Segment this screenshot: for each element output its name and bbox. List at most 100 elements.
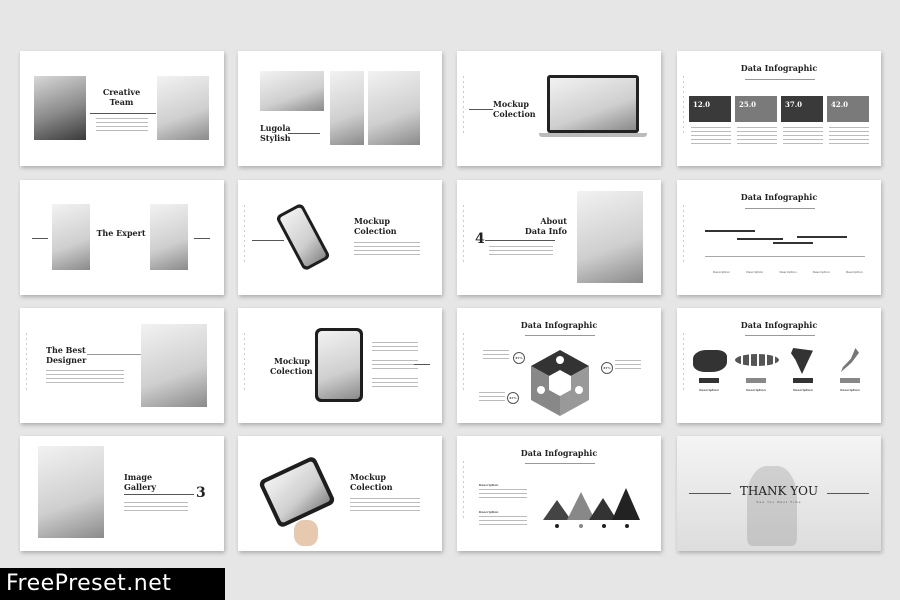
photo-2 [330,71,364,145]
india-map [791,348,813,374]
body-text [829,127,869,145]
body-text [615,360,641,370]
slide-the-best-designer[interactable]: The Best Designer [20,308,224,423]
slide-title: The Best Designer [46,345,87,365]
slide-title: Creative Team [102,87,141,107]
slide-title: Data Infographic [740,320,818,330]
slide-creative-team[interactable]: Creative Team [20,51,224,166]
side-decoration [683,333,684,393]
axis-dot [555,524,559,528]
indonesia-map [735,354,779,366]
photo [141,324,207,407]
body-text [479,516,527,528]
body-text [479,489,527,501]
divider [745,208,815,209]
watermark: FreePreset.net [0,568,225,600]
side-decoration [683,76,684,136]
slide-data-infographic-triangles[interactable]: Data Infographic Description Description [457,436,661,551]
divider [745,79,815,80]
hexagon-chart [531,350,589,416]
percent-badge: 87% [513,352,525,364]
body-text [479,392,505,402]
phone-mockup [275,202,331,272]
japan-map [841,348,859,372]
pinterest-icon [537,386,545,394]
body-text [372,378,418,388]
china-map [693,350,727,372]
stat-box: 25.0 [735,96,777,122]
side-decoration [463,461,464,521]
divider [124,494,194,495]
body-text [483,350,509,360]
team-photo-2 [157,76,209,140]
description-label: Description [479,483,499,487]
divider [414,364,430,365]
slide-title: Mockup Colection [493,99,536,119]
slide-title: THANK YOU [739,484,819,498]
description-label: Description [479,510,499,514]
laptop-base [539,133,647,137]
body-text [783,127,823,145]
side-decoration [463,333,464,393]
slide-data-infographic-maps[interactable]: Data Infographic Description Description… [677,308,881,423]
slide-title: Mockup Colection [270,356,313,376]
percent-badge: 87% [601,362,613,374]
stat-box: 42.0 [827,96,869,122]
slide-mockup-laptop[interactable]: Mockup Colection [457,51,661,166]
stat-box: 12.0 [689,96,731,122]
body-text [737,127,777,145]
divider [194,238,210,239]
slide-lugola-stylish[interactable]: Lugola Stylish [238,51,442,166]
slide-data-infographic-timeline[interactable]: Data Infographic Description Description D… [677,180,881,295]
slide-about-data-info[interactable]: 4 About Data Info [457,180,661,295]
body-text [350,498,420,514]
map-label: Description [793,388,813,392]
timeline-bar [797,236,847,238]
slide-title: Data Infographic [520,448,598,458]
divider [32,238,48,239]
slide-number: 3 [196,485,206,501]
slide-mockup-iphone[interactable]: Mockup Colection [238,308,442,423]
photo-3 [368,71,420,145]
divider [827,493,869,494]
body-text [354,242,420,258]
map-tag [699,378,719,383]
side-decoration [244,205,245,265]
body-text [489,246,553,258]
body-text [46,370,124,384]
slide-mockup-phone[interactable]: Mockup Colection [238,180,442,295]
slide-number: 4 [475,231,485,247]
photo-1 [260,71,324,111]
slide-thank-you[interactable]: THANK YOU See You Next Time [677,436,881,551]
map-tag [746,378,766,383]
divider [525,463,595,464]
side-decoration [244,333,245,393]
slide-mockup-tablet[interactable]: Mockup Colection [238,436,442,551]
tablet-mockup [257,455,337,529]
percent-badge: 87% [507,392,519,404]
divider [485,240,555,241]
divider [469,109,493,110]
side-decoration [26,333,27,393]
divider [525,335,595,336]
phone-mockup [315,328,363,402]
slide-the-expert[interactable]: The Expert [20,180,224,295]
side-decoration [683,205,684,265]
slide-title: Data Infographic [740,192,818,202]
hand [294,520,318,546]
photo-1 [52,204,90,270]
slide-title: Mockup Colection [354,216,397,236]
slide-subtitle: See You Next Time [756,500,802,504]
slide-title: The Expert [96,228,146,238]
slide-title: Data Infographic [520,320,598,330]
slide-data-infographic-boxes[interactable]: Data Infographic 12.0 25.0 37.0 42.0 [677,51,881,166]
triangle-bar [612,488,640,520]
map-label: Description [746,388,766,392]
slide-data-infographic-hexagon[interactable]: Data Infographic 87% 87% 87% [457,308,661,423]
side-decoration [463,76,464,136]
timeline-bar [773,242,813,244]
map-tag [840,378,860,383]
divider [90,113,156,114]
slide-image-gallery[interactable]: Image Gallery 3 [20,436,224,551]
slide-title: Data Infographic [740,63,818,73]
